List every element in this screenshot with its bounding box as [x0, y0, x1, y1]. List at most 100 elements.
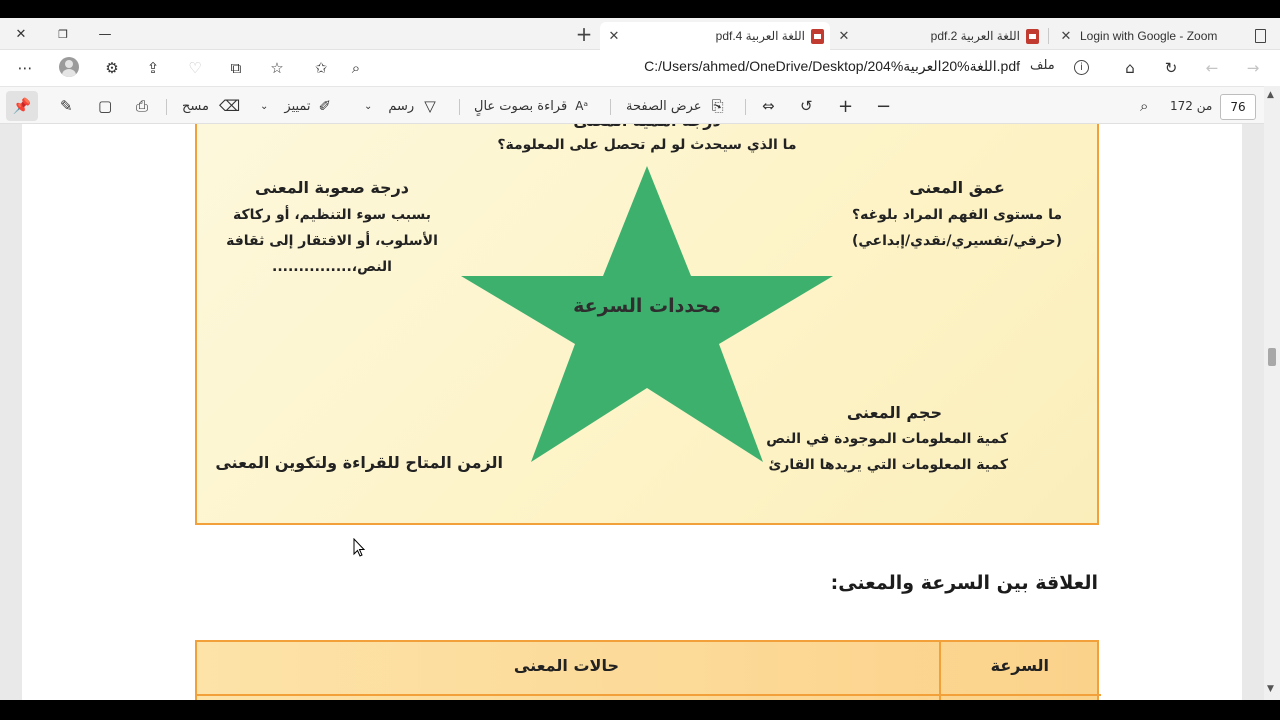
pin-toolbar-icon[interactable]: 📌	[6, 91, 38, 121]
difficulty-line: النص،...............	[272, 259, 392, 275]
page-view-button[interactable]: عرض الصفحة ⎘	[626, 93, 728, 119]
difficulty-line: بسبب سوء التنظيم، أو ركاكة	[233, 207, 431, 223]
volume-title: حجم المعنى	[846, 403, 942, 422]
zoom-out-button[interactable]: −	[872, 93, 895, 119]
relation-heading: العلاقة بين السرعة والمعنى:	[830, 572, 1098, 594]
volume-line: كمية المعلومات الموجودة في النص	[766, 431, 1008, 447]
eraser-icon: ⌫	[218, 97, 241, 115]
add-text-icon: ✎	[60, 97, 73, 115]
tab-pdf2[interactable]: ✕ pdf.2 اللغة العربية	[830, 22, 1045, 50]
page-number-input[interactable]: 76	[1220, 94, 1256, 120]
browser-window: ✕ ❐ — + ✕ pdf.4 اللغة العربية ✕ pdf.2 ال…	[0, 0, 1280, 720]
fit-page-button[interactable]: ⇔	[758, 93, 779, 119]
mouse-cursor-icon	[353, 538, 366, 557]
profile-avatar[interactable]	[59, 57, 79, 77]
rotate-button[interactable]: ↺	[796, 93, 817, 119]
read-aloud-label: قراءة بصوت عالٍ	[474, 98, 568, 114]
search-button[interactable]: ⌕	[1136, 93, 1152, 119]
search-icon: ⌕	[1140, 97, 1149, 115]
fit-page-icon: ⇔	[762, 97, 775, 115]
zoom-icon[interactable]: ⌕	[341, 54, 371, 82]
tab-title: pdf.2 اللغة العربية	[930, 29, 1020, 43]
erase-button[interactable]: مسح ⌫	[182, 93, 244, 119]
scroll-down-icon[interactable]: ▼	[1267, 684, 1274, 694]
star-center-label: محددات السرعة	[573, 295, 721, 317]
close-tab-icon[interactable]: ✕	[836, 28, 852, 44]
table-header-speed: السرعة	[990, 656, 1049, 675]
address-bar: ⋯ ⚙ ⇪ ♡ ⧉ ☆ ✩ ⌕ C:/Users/ahmed/OneDrive/…	[0, 50, 1280, 86]
restore-window-icon[interactable]: ❐	[42, 18, 84, 50]
highlight-label: تمييز	[284, 98, 311, 114]
depth-line: ما مستوى الفهم المراد بلوغه؟	[851, 207, 1063, 223]
forward-icon[interactable]: →	[1238, 54, 1268, 82]
tab-zoom-login[interactable]: ✕ Login with Google - Zoom	[1052, 22, 1272, 50]
pdf-viewer[interactable]: درجة أهمية المعنى ما الذي سيحدث لو لم تح…	[0, 124, 1264, 700]
top-black-bar	[0, 0, 1280, 18]
page-view-icon: ⎘	[711, 97, 724, 115]
toolbar-divider	[459, 99, 460, 115]
url-prefix-file: ملف	[1030, 58, 1055, 73]
time-label: الزمن المتاح للقراءة ولتكوين المعنى	[215, 453, 503, 472]
page-total: من 172	[1170, 99, 1213, 113]
zoom-in-button[interactable]: +	[834, 93, 857, 119]
table-header-line	[197, 694, 1101, 696]
minus-icon: −	[876, 95, 892, 117]
new-tab-button[interactable]: +	[563, 18, 605, 50]
share-icon[interactable]: ⇪	[138, 54, 168, 82]
page-view-label: عرض الصفحة	[626, 98, 702, 114]
collections-icon[interactable]: ⧉	[221, 54, 251, 82]
toolbar-divider	[166, 99, 167, 115]
pdf-page: درجة أهمية المعنى ما الذي سيحدث لو لم تح…	[22, 124, 1242, 700]
chevron-down-icon: ⌄	[260, 100, 269, 112]
tab-strip: ✕ ❐ — + ✕ pdf.4 اللغة العربية ✕ pdf.2 ال…	[0, 18, 1280, 50]
url-text[interactable]: C:/Users/ahmed/OneDrive/Desktop/اللغة%20…	[560, 58, 1020, 78]
tab-title: Login with Google - Zoom	[1080, 29, 1218, 43]
erase-label: مسح	[182, 98, 209, 114]
difficulty-title: درجة صعوبة المعنى	[255, 178, 409, 197]
depth-title: عمق المعنى	[909, 178, 1005, 197]
importance-question: ما الذي سيحدث لو لم تحصل على المعلومة؟	[497, 137, 797, 153]
scroll-up-icon[interactable]: ▲	[1267, 90, 1274, 100]
back-icon[interactable]: ←	[1197, 54, 1227, 82]
scrollbar-thumb[interactable]	[1268, 348, 1276, 366]
refresh-icon[interactable]: ↻	[1156, 54, 1186, 82]
tab-title: pdf.4 اللغة العربية	[715, 29, 805, 43]
close-tab-icon[interactable]: ✕	[1058, 28, 1074, 44]
vertical-scrollbar[interactable]: ▲ ▼	[1264, 86, 1280, 700]
save-button[interactable]: ▢	[94, 93, 116, 119]
speed-determinants-box: درجة أهمية المعنى ما الذي سيحدث لو لم تح…	[195, 124, 1099, 525]
read-aloud-icon: Aᵃ	[575, 99, 589, 113]
close-window-icon[interactable]: ✕	[0, 18, 42, 50]
pdf-toolbar: 📌 ✎ ▢ ⎙ مسح ⌫ ⌄ تمييز ✐ ⌄ رسم ▽ قراءة بص…	[0, 86, 1280, 124]
highlight-button[interactable]: ⌄ تمييز ✐	[256, 93, 335, 119]
toolbar-divider	[610, 99, 611, 115]
highlighter-icon: ✐	[318, 97, 332, 115]
add-text-button[interactable]: ✎	[56, 93, 77, 119]
draw-pen-icon: ▽	[424, 97, 436, 115]
minimize-window-icon[interactable]: —	[84, 18, 126, 50]
draw-button[interactable]: ⌄ رسم ▽	[360, 93, 440, 119]
relation-table: السرعة حالات المعنى	[195, 640, 1101, 700]
document-icon	[1255, 29, 1266, 43]
bottom-black-bar	[0, 700, 1280, 720]
add-favorite-icon[interactable]: ✩	[306, 54, 336, 82]
plus-icon: +	[838, 95, 854, 117]
print-button[interactable]: ⎙	[132, 93, 152, 119]
browser-essentials-icon[interactable]: ♡	[180, 54, 210, 82]
chevron-down-icon: ⌄	[364, 100, 373, 112]
info-icon[interactable]: i	[1074, 60, 1089, 75]
table-column-divider	[939, 642, 941, 700]
rotate-icon: ↺	[800, 97, 813, 115]
tab-divider	[1048, 28, 1049, 44]
draw-label: رسم	[388, 98, 415, 114]
more-menu-icon[interactable]: ⋯	[10, 54, 40, 82]
extensions-icon[interactable]: ⚙	[97, 54, 127, 82]
tab-active-pdf4[interactable]: ✕ pdf.4 اللغة العربية	[600, 22, 830, 50]
favorites-icon[interactable]: ☆	[262, 54, 292, 82]
table-header-meaning: حالات المعنى	[513, 656, 619, 675]
save-icon: ▢	[98, 97, 113, 115]
home-icon[interactable]: ⌂	[1115, 54, 1145, 82]
close-tab-icon[interactable]: ✕	[606, 28, 622, 44]
read-aloud-button[interactable]: قراءة بصوت عالٍ Aᵃ	[474, 93, 592, 119]
toolbar-divider	[745, 99, 746, 115]
